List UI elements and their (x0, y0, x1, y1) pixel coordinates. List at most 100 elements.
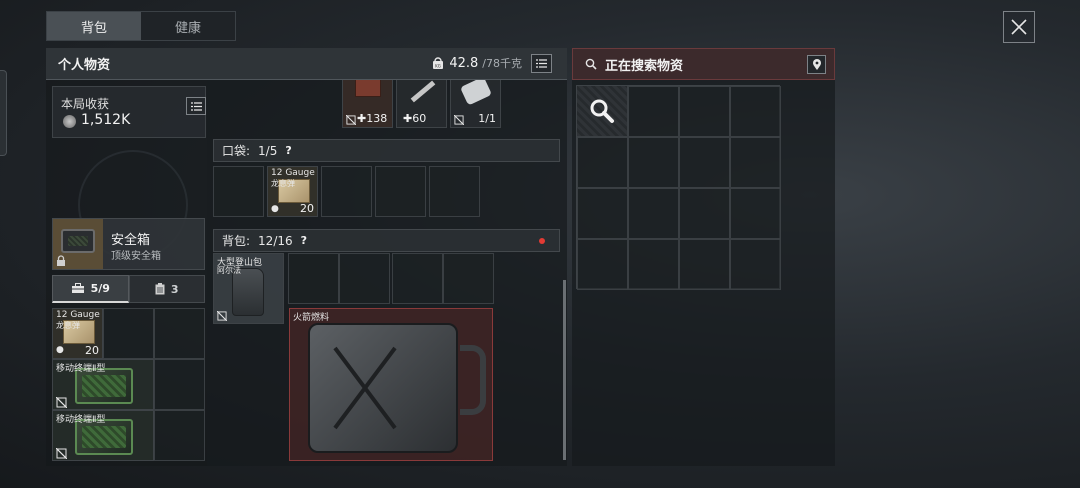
search-slot[interactable] (730, 137, 781, 188)
close-button[interactable] (1003, 11, 1035, 43)
earnings-value: 1,512K (81, 112, 131, 128)
left-panel: 本局收获 1,512K 安全箱 顶级安全箱 5/9 3 12 Gauge 龙息弹… (46, 80, 207, 466)
search-slot[interactable] (679, 188, 730, 239)
side-drawer-handle[interactable] (0, 70, 7, 156)
safe-box-type: 顶级安全箱 (111, 251, 161, 262)
search-supplies-title: 正在搜索物资 (605, 58, 684, 74)
search-slot[interactable] (577, 188, 628, 239)
jerrycan-handle (460, 345, 486, 415)
backpack-header: 背包: 12/16 ? (213, 229, 560, 252)
search-slot[interactable] (577, 137, 628, 188)
close-icon (1011, 19, 1027, 35)
search-slot[interactable] (628, 239, 679, 290)
pocket-ammo-sub: 龙息弹 (271, 179, 295, 188)
pocket-capacity: 1/5 (258, 143, 278, 158)
search-slot[interactable] (628, 86, 679, 137)
search-slot[interactable] (730, 239, 781, 290)
top-item-syringe[interactable]: ✚60 (396, 80, 447, 128)
safe-terminal-item[interactable]: 移动终端Ⅱ型 (52, 410, 154, 461)
lock-icon (57, 255, 65, 266)
weight-current: 42.8 (449, 55, 479, 71)
backpack-slot[interactable] (443, 253, 494, 304)
search-icon (585, 58, 597, 70)
search-slot[interactable] (679, 137, 730, 188)
inventory-scrollbar[interactable] (563, 280, 566, 460)
list-icon (190, 101, 202, 111)
rocket-fuel-name: 火箭燃料 (293, 313, 330, 323)
search-panel (572, 80, 835, 466)
backpack-label: 背包: (222, 234, 251, 248)
top-item-count-value: 60 (412, 112, 427, 125)
main-tabs: 背包 健康 (46, 11, 236, 41)
safe-ammo-count: 20 (85, 344, 99, 357)
pocket-ammo-count: 20 (300, 202, 314, 215)
toolbox-icon (71, 283, 84, 293)
safe-terminal-name: 移动终端Ⅱ型 (56, 415, 106, 425)
jerrycan-image (308, 323, 486, 453)
pocket-label: 口袋: (222, 144, 251, 158)
search-slot[interactable] (577, 239, 628, 290)
safe-ammo-item[interactable]: 12 Gauge 龙息弹 ● 20 (52, 308, 103, 359)
dot-icon: ● (271, 204, 279, 214)
rocket-fuel-item[interactable]: 火箭燃料 (289, 308, 493, 461)
safe-box-name: 安全箱 (111, 233, 151, 248)
pocket-slot[interactable] (375, 166, 426, 217)
top-item-pills[interactable]: 1/1 (450, 80, 501, 128)
search-slot[interactable] (679, 239, 730, 290)
earnings-list-button[interactable] (186, 97, 206, 115)
tab-health[interactable]: 健康 (141, 12, 235, 40)
pocket-ammo-item[interactable]: 12 Gauge 龙息弹 ● 20 (267, 166, 318, 217)
coin-icon (63, 115, 76, 128)
safe-ammo-sub: 龙息弹 (56, 321, 80, 330)
search-slot[interactable] (730, 86, 781, 137)
personal-list-button[interactable] (531, 54, 552, 73)
backpack-help-button[interactable]: ? (301, 234, 307, 247)
search-slot[interactable] (730, 188, 781, 239)
pocket-slot[interactable] (213, 166, 264, 217)
tab-special-items-label: 3 (170, 282, 179, 296)
weight-icon: KG (433, 57, 444, 69)
safe-terminal-name: 移动终端Ⅱ型 (56, 364, 106, 374)
container-tabs: 5/9 3 (52, 275, 205, 303)
clipboard-icon (155, 283, 165, 295)
location-button[interactable] (807, 55, 826, 74)
top-item-count: ✚138 (357, 112, 388, 125)
tab-special-items[interactable]: 3 (128, 275, 205, 303)
backpack-capacity: 12/16 (258, 233, 293, 248)
earnings-label: 本局收获 (61, 97, 110, 111)
tab-safe-items-label: 5/9 (90, 282, 110, 295)
pocket-slot[interactable] (429, 166, 480, 217)
backpack-equipment-slot[interactable]: 大型登山包 阿尔法 (213, 253, 284, 324)
tab-backpack[interactable]: 背包 (47, 12, 141, 40)
search-supplies-header: 正在搜索物资 (572, 48, 835, 80)
personal-supplies-title: 个人物资 (58, 58, 111, 73)
top-item-count: 1/1 (478, 112, 496, 125)
pocket-ammo-name: 12 Gauge (271, 168, 315, 178)
search-slot[interactable] (628, 188, 679, 239)
jerrycan-x-mark-icon (333, 346, 397, 430)
backpack-slot[interactable] (288, 253, 339, 304)
safe-terminal-item[interactable]: 移动终端Ⅱ型 (52, 359, 154, 410)
safe-box-slot (53, 219, 103, 269)
magnifier-icon (590, 99, 614, 123)
safe-ammo-name: 12 Gauge (56, 310, 100, 320)
list-icon (536, 59, 547, 68)
backpack-slot[interactable] (392, 253, 443, 304)
personal-supplies-header: 个人物资 KG 42.8/78千克 (46, 48, 567, 80)
searching-slot (577, 86, 627, 136)
top-item-medkit[interactable]: ✚138 (342, 80, 393, 128)
backpack-slot[interactable] (339, 253, 390, 304)
safe-box-image (61, 229, 95, 253)
top-item-count: ✚60 (403, 112, 427, 125)
search-slot[interactable] (628, 137, 679, 188)
pocket-help-button[interactable]: ? (285, 144, 291, 157)
not-insured-icon (56, 448, 67, 459)
location-pin-icon (812, 58, 821, 70)
pocket-slot[interactable] (321, 166, 372, 217)
top-item-count-value: 138 (366, 112, 388, 125)
weight-indicator: KG 42.8/78千克 (431, 55, 522, 71)
safe-box-grid: 12 Gauge 龙息弹 ● 20 移动终端Ⅱ型 移动终端Ⅱ型 (52, 308, 205, 461)
search-slot[interactable] (679, 86, 730, 137)
safe-box-card[interactable]: 安全箱 顶级安全箱 (52, 218, 205, 270)
tab-safe-items[interactable]: 5/9 (52, 275, 129, 303)
